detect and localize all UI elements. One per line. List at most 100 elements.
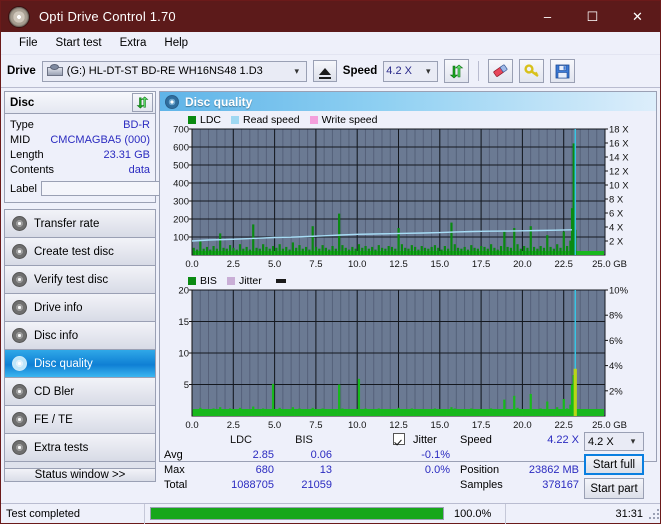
svg-text:25.0 GB: 25.0 GB (592, 259, 627, 270)
panel-header: Disc quality (160, 92, 656, 111)
refresh-icon (449, 64, 464, 78)
status-window-button[interactable]: Status window >> (4, 468, 156, 482)
minimize-button[interactable]: – (525, 1, 570, 32)
elapsed-time: 31:31 (615, 507, 643, 520)
sidebar-item-label: CD Bler (34, 385, 75, 398)
refresh-icon (136, 96, 149, 109)
sidebar-item-cd-bler[interactable]: CD Bler (5, 378, 155, 406)
sidebar-item-transfer-rate[interactable]: Transfer rate (5, 210, 155, 238)
progress-bar-fill (151, 508, 443, 519)
svg-text:22.5: 22.5 (554, 259, 573, 270)
close-button[interactable]: ✕ (615, 1, 660, 32)
sidebar-item-verify-test-disc[interactable]: Verify test disc (5, 266, 155, 294)
legend-swatch-ldc (188, 115, 196, 124)
stats-row-label-total: Total (164, 479, 188, 491)
resize-grip[interactable] (648, 508, 660, 520)
body: Disc Type BD-R MID CMCMAGBA5 (000) Lengt… (1, 88, 660, 499)
svg-text:15.0: 15.0 (431, 259, 450, 270)
disc-drive-icon (12, 300, 27, 315)
svg-text:10.0: 10.0 (348, 420, 367, 431)
disc-refresh-button[interactable] (132, 93, 153, 112)
sidebar-item-drive-info[interactable]: Drive info (5, 294, 155, 322)
start-part-button[interactable]: Start part (584, 478, 644, 499)
ldc-chart-legend: LDC Read speed Write speed (160, 111, 656, 126)
stats-speed-label: Speed (460, 434, 492, 446)
start-full-button[interactable]: Start full (584, 454, 644, 475)
test-speed-select[interactable]: 4.2 X ▾ (584, 432, 644, 451)
sidebar-item-label: Disc quality (34, 357, 93, 370)
disc-row-value: data (128, 163, 150, 176)
title-bar: Opti Drive Control 1.70 – ☐ ✕ (1, 1, 660, 32)
sidebar-item-extra-tests[interactable]: Extra tests (5, 434, 155, 462)
save-button[interactable] (550, 59, 576, 83)
key-button[interactable] (519, 59, 545, 83)
svg-text:2 X: 2 X (609, 237, 624, 248)
legend-swatch-write-speed (309, 115, 318, 124)
nav-list: Transfer rate Create test disc Verify te… (4, 209, 156, 462)
svg-text:6%: 6% (609, 336, 623, 347)
sidebar-item-create-test-disc[interactable]: Create test disc (5, 238, 155, 266)
menu-start-test[interactable]: Start test (47, 35, 111, 51)
svg-text:12.5: 12.5 (389, 420, 408, 431)
window-title: Opti Drive Control 1.70 (39, 9, 176, 24)
sidebar-item-fe-te[interactable]: FE / TE (5, 406, 155, 434)
speed-label: Speed (342, 65, 378, 77)
refresh-button[interactable] (444, 59, 470, 83)
svg-text:200: 200 (173, 215, 189, 226)
disc-bler-icon (12, 384, 27, 399)
sidebar-item-disc-quality[interactable]: Disc quality (5, 350, 155, 378)
menu-file[interactable]: File (10, 35, 47, 51)
drive-select[interactable]: (G:) HL-DT-ST BD-RE WH16NS48 1.D3 ▾ (41, 60, 307, 82)
maximize-button[interactable]: ☐ (570, 1, 615, 32)
svg-text:18 X: 18 X (609, 126, 629, 136)
disc-label-caption: Label (10, 182, 37, 195)
jitter-scale-marker-icon (275, 278, 286, 283)
stats-max-bis: 13 (319, 464, 332, 476)
svg-text:5.0: 5.0 (268, 259, 281, 270)
svg-text:100: 100 (173, 233, 189, 244)
jitter-checkbox[interactable] (393, 433, 405, 446)
jitter-label: Jitter (413, 434, 437, 446)
sidebar-item-disc-info[interactable]: Disc info (5, 322, 155, 350)
sidebar-item-label: Drive info (34, 301, 83, 314)
svg-text:6 X: 6 X (609, 209, 624, 220)
svg-text:12.5: 12.5 (389, 259, 408, 270)
svg-text:25.0 GB: 25.0 GB (592, 420, 627, 431)
ldc-chart: 100 200 300 400 500 600 700 2 X 4 X 6 X 8 X 10 X 12 … (160, 126, 656, 271)
sidebar-item-label: FE / TE (34, 413, 73, 426)
chevron-down-icon: ▾ (630, 436, 636, 446)
menu-extra[interactable]: Extra (111, 35, 156, 51)
erase-button[interactable] (488, 59, 514, 83)
menu-help[interactable]: Help (155, 35, 197, 51)
sidebar-item-label: Disc info (34, 329, 79, 342)
svg-text:14 X: 14 X (609, 153, 629, 164)
svg-text:10.0: 10.0 (348, 259, 367, 270)
disc-label-row: Label (10, 179, 245, 198)
save-icon (555, 64, 570, 78)
svg-text:4 X: 4 X (609, 223, 624, 234)
disc-panel-header: Disc (5, 92, 155, 114)
ldc-chart-svg: 100 200 300 400 500 600 700 2 X 4 X 6 X 8 X 10 X 12 … (173, 126, 629, 270)
svg-text:500: 500 (173, 161, 189, 172)
eject-button[interactable] (312, 60, 337, 82)
stats-position-value: 23862 MB (528, 464, 579, 476)
toolbar-divider (478, 61, 480, 81)
status-bar: Test completed 100.0% 31:31 (1, 503, 660, 524)
svg-text:7.5: 7.5 (309, 420, 322, 431)
disc-quality-icon (12, 356, 27, 371)
svg-text:17.5: 17.5 (472, 259, 491, 270)
disc-quality-icon (165, 94, 179, 109)
speed-select[interactable]: 4.2 X ▾ (383, 60, 439, 82)
svg-text:8 X: 8 X (609, 195, 624, 206)
svg-text:20: 20 (178, 287, 189, 297)
stats-max-ldc: 680 (255, 464, 274, 476)
sidebar-item-label: Extra tests (34, 441, 89, 454)
drive-label: Drive (7, 65, 36, 77)
legend-label-read-speed: Read speed (243, 113, 300, 126)
svg-text:10%: 10% (609, 287, 629, 297)
window-controls: – ☐ ✕ (525, 1, 660, 32)
svg-text:22.5: 22.5 (554, 420, 573, 431)
legend-swatch-jitter (226, 276, 235, 285)
stats-col-header-ldc: LDC (229, 434, 252, 446)
disc-row-contents: Contents data (10, 162, 150, 177)
